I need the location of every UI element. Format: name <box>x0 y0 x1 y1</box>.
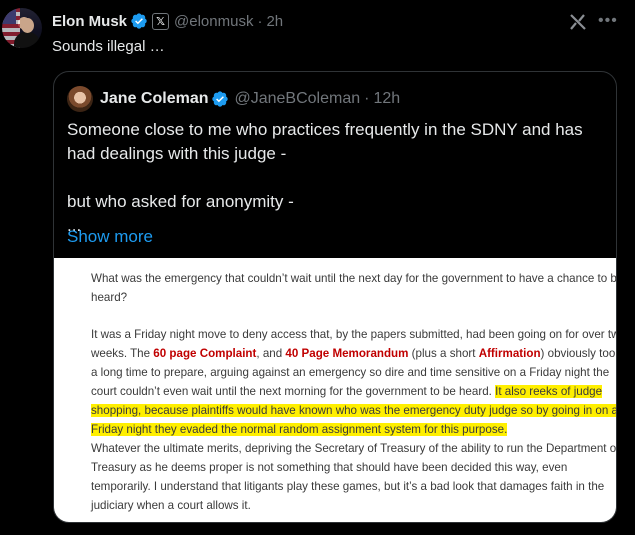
document-paragraph: What was the emergency that couldn’t wai… <box>91 269 616 307</box>
affirmation-highlight: Affirmation <box>478 347 541 360</box>
doc-line: What was the emergency that couldn’t wai… <box>91 272 616 285</box>
separator-dot: · <box>257 12 263 30</box>
tweet-header: Elon Musk 𝕏 @elonmusk · 2h <box>52 11 283 31</box>
doc-line: Friday night they evaded the normal rand… <box>91 420 616 439</box>
document-paragraph: Whatever the ultimate merits, depriving … <box>91 439 616 515</box>
author-name[interactable]: Elon Musk <box>52 13 127 30</box>
quoted-tweet-header: Jane Coleman @JaneBColeman · 12h <box>100 89 400 109</box>
yellow-highlight: Friday night they evaded the normal rand… <box>91 423 508 436</box>
doc-line: shopping, because plaintiffs would have … <box>91 401 616 420</box>
show-more-link[interactable]: Show more <box>67 227 153 247</box>
doc-line: a long time to prepare, arguing against … <box>91 366 610 379</box>
more-options-icon[interactable]: ••• <box>598 12 618 32</box>
tweet[interactable]: Elon Musk 𝕏 @elonmusk · 2h ••• Sounds il… <box>0 0 635 535</box>
complaint-highlight: 60 page Complaint <box>153 347 257 360</box>
doc-line: heard? <box>91 291 128 304</box>
quoted-text-line: had dealings with this judge - <box>67 144 287 163</box>
doc-line: judiciary when a court allows it. <box>91 499 251 512</box>
quoted-tweet[interactable]: Jane Coleman @JaneBColeman · 12h Someone… <box>53 71 617 523</box>
doc-line: temporarily. I understand that litigants… <box>91 480 605 493</box>
quoted-post-time[interactable]: 12h <box>373 90 400 108</box>
doc-line: It was a Friday night move to deny acces… <box>91 328 616 341</box>
doc-line: Treasury as he deems proper is not somet… <box>91 461 568 474</box>
tweet-text: Sounds illegal … <box>52 38 165 55</box>
quoted-author-avatar[interactable] <box>67 86 93 112</box>
post-time[interactable]: 2h <box>266 13 283 30</box>
x-affiliate-icon: 𝕏 <box>152 12 170 30</box>
quoted-text-line: but who asked for anonymity - <box>67 192 294 211</box>
quoted-document-image[interactable]: What was the emergency that couldn’t wai… <box>54 258 616 522</box>
memorandum-highlight: 40 Page Memorandum <box>285 347 409 360</box>
verified-badge-icon <box>212 91 229 107</box>
quoted-text-line: Someone close to me who practices freque… <box>67 120 583 139</box>
grok-icon[interactable] <box>568 12 588 32</box>
quoted-tweet-text: Someone close to me who practices freque… <box>67 118 607 238</box>
quoted-author-name[interactable]: Jane Coleman <box>100 90 208 108</box>
quoted-author-handle[interactable]: @JaneBColeman <box>234 90 360 108</box>
author-avatar[interactable] <box>2 8 42 48</box>
document-paragraph: It was a Friday night move to deny acces… <box>91 325 616 439</box>
doc-line: weeks. The 60 page Complaint, and 40 Pag… <box>91 347 616 360</box>
yellow-highlight: It also reeks of judge <box>495 385 603 398</box>
doc-line: Whatever the ultimate merits, depriving … <box>91 442 616 455</box>
verified-badge-icon <box>131 13 147 29</box>
author-handle[interactable]: @elonmusk <box>174 13 253 30</box>
doc-line: court couldn’t even wait until the next … <box>91 385 603 398</box>
yellow-highlight: shopping, because plaintiffs would have … <box>91 404 616 417</box>
separator-dot: · <box>364 90 370 107</box>
